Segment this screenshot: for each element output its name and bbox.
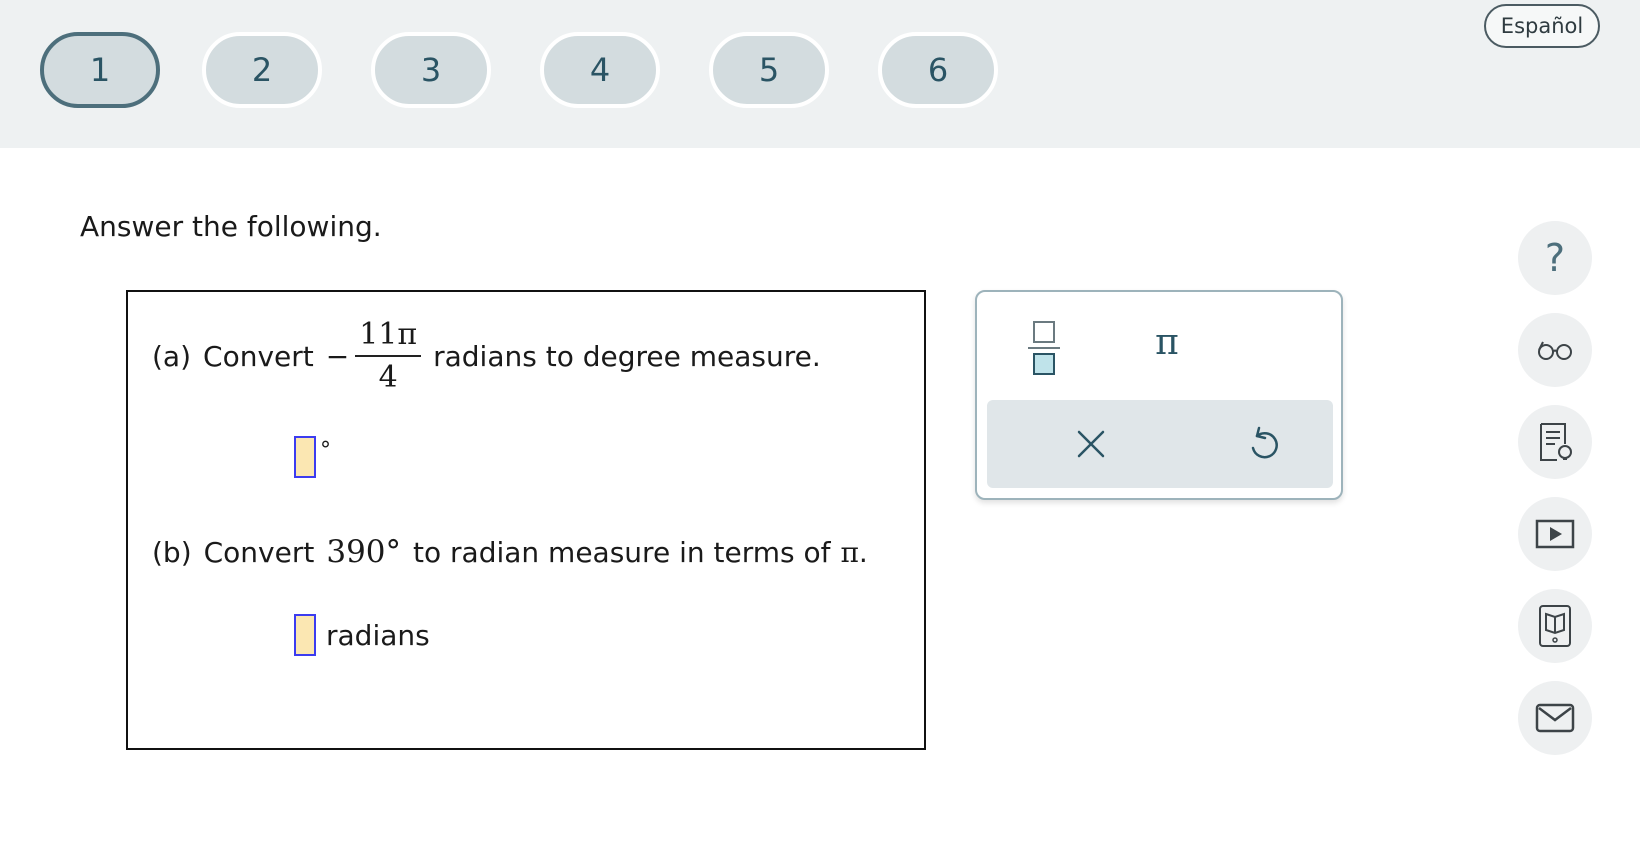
question-nav-4[interactable]: 4 [540,32,660,108]
palette-actions [987,400,1333,488]
instructions-text: Answer the following. [80,210,382,243]
undo-icon[interactable] [1241,422,1285,466]
minus-sign: − [325,339,350,373]
question-nav-6[interactable]: 6 [878,32,998,108]
degree-value: 390° [326,534,402,570]
part-a-prefix: Convert [203,339,314,373]
glasses-icon[interactable] [1518,313,1592,387]
radian-answer-input[interactable] [294,614,316,656]
fraction-denominator: 4 [378,360,398,395]
top-bar: 1 2 3 4 5 6 Español [0,0,1640,148]
period: . [858,535,868,569]
part-a-answer-row: ° [294,436,331,478]
part-a-label: (a) [152,339,192,373]
part-a-prompt: (a) Convert − 11π 4 radians to degree me… [152,318,821,394]
fraction-numerator: 11π [355,318,422,357]
hint-document-icon[interactable] [1518,405,1592,479]
textbook-icon[interactable] [1518,589,1592,663]
degree-symbol: ° [320,438,331,463]
part-b-answer-row: radians [294,614,430,656]
pi-symbol: π [840,535,859,569]
question-nav-1[interactable]: 1 [40,32,160,108]
pi-button[interactable]: π [1147,320,1187,364]
fraction-icon[interactable] [1027,320,1061,376]
part-b-prefix: Convert [203,535,315,569]
mail-icon[interactable] [1518,681,1592,755]
degree-answer-input[interactable] [294,436,316,478]
math-palette: π [975,290,1343,500]
help-icon[interactable]: ? [1518,221,1592,295]
language-toggle-button[interactable]: Español [1484,4,1600,48]
part-b-label: (b) [152,535,192,569]
fraction: 11π 4 [355,318,422,395]
video-icon[interactable] [1518,497,1592,571]
question-box: (a) Convert − 11π 4 radians to degree me… [126,290,926,750]
radians-unit-label: radians [326,618,430,652]
question-nav-2[interactable]: 2 [202,32,322,108]
part-a-suffix: radians to degree measure. [433,339,821,373]
part-b-suffix: to radian measure in terms of [413,535,831,569]
question-nav-3[interactable]: 3 [371,32,491,108]
part-b-prompt: (b) Convert 390° to radian measure in te… [152,534,868,570]
question-nav-5[interactable]: 5 [709,32,829,108]
close-icon[interactable] [1069,422,1113,466]
